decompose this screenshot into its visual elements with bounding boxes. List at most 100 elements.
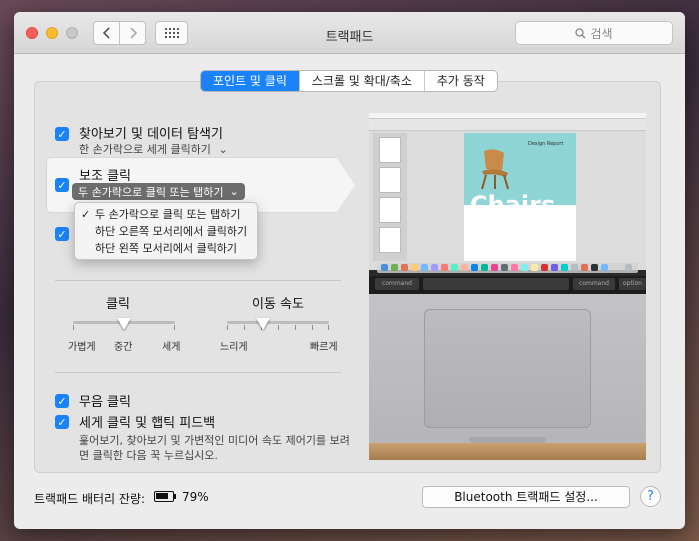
title-bar: 트랙패드 검색: [14, 12, 685, 54]
preview-document: Design Report Chairs: [464, 133, 576, 261]
dock-icon: [391, 264, 398, 271]
preferences-window: 트랙패드 검색 포인트 및 클릭 스크롤 및 확대/축소 추가 동작 ✓ 찾아보…: [14, 12, 685, 529]
menu-item-bottom-right[interactable]: 하단 오른쪽 모서리에서 클릭하기: [75, 223, 257, 240]
dock-icon: [541, 264, 548, 271]
preview-thumbnail: [379, 137, 401, 163]
lookup-gesture-value: 한 손가락으로 세게 클릭하기: [79, 143, 211, 156]
tap-to-click-checkbox[interactable]: ✓: [55, 227, 69, 241]
checkmark-icon: ✓: [57, 178, 67, 192]
dock-icon: [411, 264, 418, 271]
checkmark-icon: ✓: [57, 394, 67, 408]
dock-icon: [471, 264, 478, 271]
preview-caption: Design Report: [528, 141, 564, 147]
click-label-light: 가볍게: [68, 342, 96, 353]
force-click-label: 세게 클릭 및 햅틱 피드백: [79, 416, 216, 431]
preview-dock: [377, 263, 638, 273]
dock-icon: [481, 264, 488, 271]
bluetooth-setup-button[interactable]: Bluetooth 트랙패드 설정...: [422, 486, 630, 508]
speed-label-fast: 빠르게: [310, 342, 338, 353]
menu-item-two-finger[interactable]: ✓ 두 손가락으로 클릭 또는 탭하기: [75, 206, 257, 223]
preview-laptop-base: [369, 294, 646, 460]
divider: [55, 372, 341, 373]
dock-icon: [401, 264, 408, 271]
silent-click-checkbox[interactable]: ✓: [55, 394, 69, 408]
slider-tick: [312, 325, 313, 330]
chevron-down-icon: ⌄: [229, 185, 239, 198]
divider: [55, 280, 341, 281]
preview-trackpad: [424, 309, 591, 428]
dock-icon: [461, 264, 468, 271]
secondary-click-popup[interactable]: 두 손가락으로 클릭 또는 탭하기 ⌄: [72, 183, 245, 200]
search-field[interactable]: 검색: [515, 21, 673, 45]
menu-item-label: 하단 오른쪽 모서리에서 클릭하기: [95, 225, 248, 238]
checkmark-icon: ✓: [81, 208, 91, 221]
battery-level: [156, 493, 168, 499]
dock-icon: [431, 264, 438, 271]
preview-keyboard: command command option: [369, 276, 646, 294]
click-slider-knob[interactable]: [117, 318, 131, 330]
dock-icon: [501, 264, 508, 271]
slider-tick: [73, 325, 74, 330]
lookup-gesture-popup[interactable]: 한 손가락으로 세게 클릭하기 ⌄: [79, 141, 228, 157]
preview-thumbnail: [379, 197, 401, 223]
menu-item-label: 하단 왼쪽 모서리에서 클릭하기: [95, 242, 238, 255]
dock-icon: [491, 264, 498, 271]
force-click-checkbox[interactable]: ✓: [55, 415, 69, 429]
menu-item-bottom-left[interactable]: 하단 왼쪽 모서리에서 클릭하기: [75, 240, 257, 257]
preview-thumbnail: [379, 227, 401, 253]
dock-icon: [591, 264, 598, 271]
preview-thumbnail: [379, 167, 401, 193]
menu-item-label: 두 손가락으로 클릭 또는 탭하기: [95, 208, 241, 221]
checkmark-icon: ✓: [57, 227, 67, 241]
checkmark-icon: ✓: [57, 415, 67, 429]
click-slider-title: 클릭: [106, 297, 130, 312]
battery-tip: [174, 494, 176, 499]
dock-icon: [601, 264, 608, 271]
dock-icon: [561, 264, 568, 271]
battery-percent: 79%: [182, 490, 209, 504]
dock-icon: [581, 264, 588, 271]
dock-icon: [531, 264, 538, 271]
dock-icon: [451, 264, 458, 271]
tab-more-gestures[interactable]: 추가 동작: [425, 71, 497, 91]
preview-screen: Design Report Chairs: [369, 113, 646, 273]
speed-slider-knob[interactable]: [255, 318, 270, 330]
lookup-label: 찾아보기 및 데이터 탐색기: [79, 127, 223, 142]
key-command-right: command: [573, 278, 615, 290]
key-option: option: [619, 278, 646, 290]
speed-slider-title: 이동 속도: [252, 297, 304, 312]
slider-tick: [278, 325, 279, 330]
gesture-preview: Design Report Chairs command command opt…: [369, 113, 646, 460]
battery-label: 트랙패드 배터리 잔량:: [34, 492, 146, 506]
chevron-down-icon: ⌄: [218, 143, 228, 156]
secondary-click-label: 보조 클릭: [79, 169, 131, 184]
silent-click-label: 무음 클릭: [79, 395, 131, 410]
force-click-description-2: 면 클릭한 다음 꾹 누르십시오.: [79, 449, 218, 462]
battery-icon: [154, 491, 174, 502]
dock-icon: [551, 264, 558, 271]
click-label-medium: 중간: [114, 342, 133, 353]
dock-icon: [381, 264, 388, 271]
highlight-arrow: [336, 157, 355, 213]
slider-tick: [227, 325, 228, 330]
speed-slider-track[interactable]: [227, 321, 329, 324]
speed-label-slow: 느리게: [220, 342, 248, 353]
dock-icon: [571, 264, 578, 271]
click-label-firm: 세게: [162, 342, 181, 353]
preview-toolbar: [369, 119, 646, 131]
secondary-click-value: 두 손가락으로 클릭 또는 탭하기: [78, 185, 224, 199]
secondary-click-checkbox[interactable]: ✓: [55, 178, 69, 192]
force-click-description-1: 훑어보기, 찾아보기 및 가변적인 미디어 속도 제어기를 보려: [79, 434, 350, 447]
key-space: [423, 278, 569, 290]
preview-sidebar: [373, 133, 407, 261]
lookup-checkbox[interactable]: ✓: [55, 127, 69, 141]
dock-trash-icon: [625, 264, 632, 271]
search-placeholder: 검색: [590, 26, 613, 41]
tab-point-and-click[interactable]: 포인트 및 클릭: [201, 71, 300, 91]
tab-scroll-and-zoom[interactable]: 스크롤 및 확대/축소: [300, 71, 425, 91]
dock-icon: [421, 264, 428, 271]
help-button[interactable]: ?: [640, 486, 661, 507]
tab-bar: 포인트 및 클릭 스크롤 및 확대/축소 추가 동작: [200, 70, 498, 92]
chair-illustration: [481, 149, 509, 190]
magnifier-icon: [575, 27, 586, 38]
